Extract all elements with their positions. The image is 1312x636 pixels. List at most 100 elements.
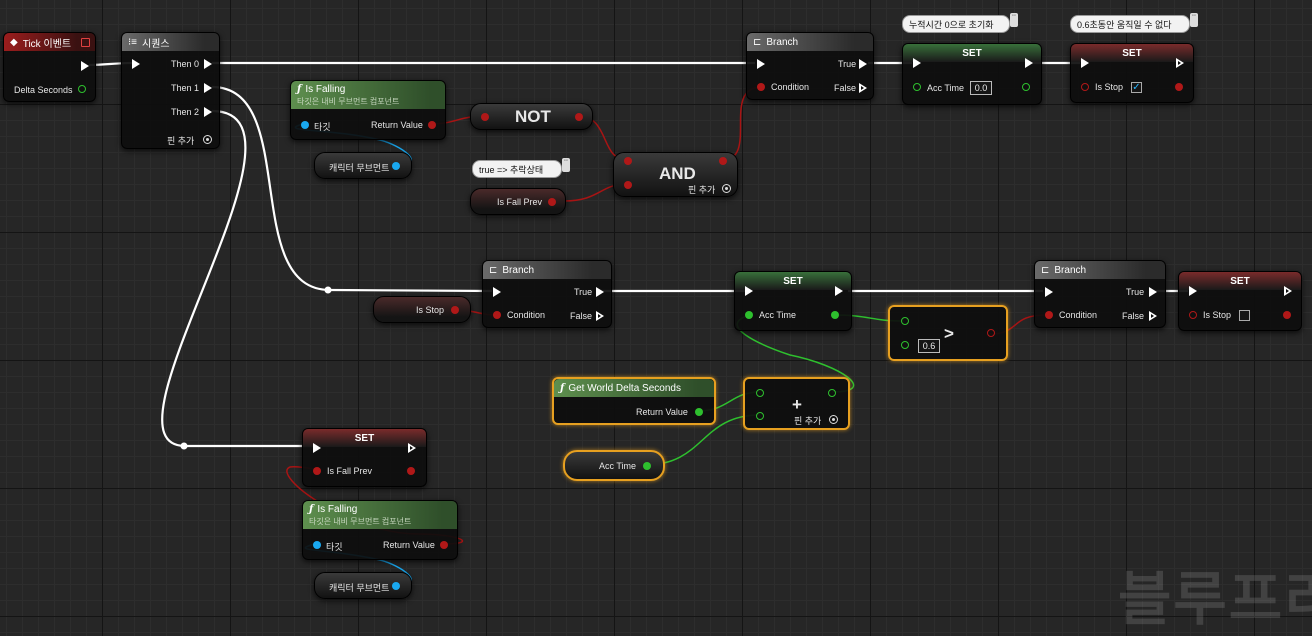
getter-out-pin[interactable] [392, 582, 400, 590]
exec-in-pin[interactable] [1189, 286, 1197, 296]
greater-out-pin[interactable] [987, 329, 995, 337]
set-acc-time-mid-node[interactable]: SET Acc Time [734, 271, 852, 331]
character-movement-getter-bottom[interactable]: 캐릭터 무브먼트 [314, 572, 412, 599]
add-out-pin[interactable] [828, 389, 836, 397]
acc-time-getter[interactable]: Acc Time [563, 450, 665, 481]
branch-node-right[interactable]: ⊏ Branch True Condition False [1034, 260, 1166, 328]
true-pin[interactable] [596, 287, 604, 297]
branch-icon: ⊏ [1041, 264, 1050, 276]
condition-pin[interactable] [757, 83, 765, 91]
exec-out-pin[interactable] [408, 443, 416, 453]
greater-in-b-pin[interactable] [901, 341, 909, 349]
acc-time-out-pin[interactable] [831, 311, 839, 319]
set-is-fall-prev-node[interactable]: SET Is Fall Prev [302, 428, 427, 487]
acc-time-out-pin[interactable] [1022, 83, 1030, 91]
is-falling-node-top[interactable]: ƒ Is Falling 타깃은 내비 무브먼트 컴포넌트 타깃 Return Va… [290, 80, 446, 140]
getter-out-pin[interactable] [392, 162, 400, 170]
condition-pin[interactable] [1045, 311, 1053, 319]
comment-stop[interactable]: 0.6초동안 움직일 수 없다 ◦◦ [1070, 13, 1198, 33]
exec-in-pin[interactable] [132, 59, 140, 69]
getter-out-pin[interactable] [451, 306, 459, 314]
exec-out-pin[interactable] [835, 286, 843, 296]
is-fall-prev-out-pin[interactable] [407, 467, 415, 475]
is-falling-node-bottom[interactable]: ƒ Is Falling 타깃은 내비 무브먼트 컴포넌트 타깃 Return Va… [302, 500, 458, 560]
is-stop-in-pin[interactable] [1081, 83, 1089, 91]
getter-out-pin[interactable] [548, 198, 556, 206]
is-stop-checkbox[interactable]: ✓ [1131, 82, 1142, 93]
exec-in-pin[interactable] [913, 58, 921, 68]
add-pin-icon[interactable] [722, 184, 731, 193]
add-pin-label[interactable]: 핀 추가 [688, 183, 715, 196]
exec-out-pin[interactable] [1284, 286, 1292, 296]
then-2-pin[interactable] [204, 107, 212, 117]
is-stop-checkbox[interactable] [1239, 310, 1250, 321]
is-stop-out-pin[interactable] [1283, 311, 1291, 319]
sequence-icon: ⁝≡ [128, 36, 138, 48]
target-pin[interactable] [313, 541, 321, 549]
and-in-b-pin[interactable] [624, 181, 632, 189]
comment-fall-state[interactable]: true => 추락상태 ◦◦ [472, 158, 570, 178]
is-stop-getter[interactable]: Is Stop [373, 296, 471, 323]
add-pin-icon[interactable] [203, 135, 212, 144]
add-pin-label[interactable]: 핀 추가 [794, 414, 821, 427]
greater-in-a-pin[interactable] [901, 317, 909, 325]
add-in-a-pin[interactable] [756, 389, 764, 397]
exec-in-pin[interactable] [1045, 287, 1053, 297]
and-out-pin[interactable] [719, 157, 727, 165]
not-out-pin[interactable] [575, 113, 583, 121]
true-pin[interactable] [1149, 287, 1157, 297]
and-node[interactable]: AND 핀 추가 [613, 152, 738, 197]
character-movement-getter-top[interactable]: 캐릭터 무브먼트 [314, 152, 412, 179]
comment-pin-icon[interactable]: ◦◦ [1190, 13, 1198, 27]
then-1-pin[interactable] [204, 83, 212, 93]
exec-in-pin[interactable] [757, 59, 765, 69]
greater-value-input[interactable]: 0.6 [918, 339, 940, 353]
target-pin[interactable] [301, 121, 309, 129]
comment-pin-icon[interactable]: ◦◦ [1010, 13, 1018, 27]
add-node[interactable]: + 핀 추가 [743, 377, 850, 430]
condition-pin[interactable] [493, 311, 501, 319]
set-acc-time-reset-node[interactable]: SET Acc Time 0.0 [902, 43, 1042, 105]
false-pin[interactable] [859, 83, 867, 93]
return-value-pin[interactable] [695, 408, 703, 416]
branch-node-top[interactable]: ⊏ Branch True Condition False [746, 32, 874, 100]
is-fall-prev-getter[interactable]: Is Fall Prev [470, 188, 566, 215]
return-value-pin[interactable] [440, 541, 448, 549]
exec-in-pin[interactable] [1081, 58, 1089, 68]
add-pin-label[interactable]: 핀 추가 [167, 134, 194, 147]
branch-node-mid[interactable]: ⊏ Branch True Condition False [482, 260, 612, 328]
delta-seconds-pin[interactable] [78, 85, 86, 93]
comment-reset[interactable]: 누적시간 0으로 초기화 ◦◦ [902, 13, 1018, 33]
true-pin[interactable] [859, 59, 867, 69]
add-pin-icon[interactable] [829, 415, 838, 424]
false-pin[interactable] [1149, 311, 1157, 321]
not-in-pin[interactable] [481, 113, 489, 121]
get-world-delta-seconds-node[interactable]: ƒ Get World Delta Seconds Return Value [552, 377, 716, 425]
is-stop-in-pin[interactable] [1189, 311, 1197, 319]
exec-out-pin[interactable] [1025, 58, 1033, 68]
true-label: True [838, 59, 857, 69]
getter-out-pin[interactable] [643, 462, 651, 470]
and-in-a-pin[interactable] [624, 157, 632, 165]
is-fall-prev-in-pin[interactable] [313, 467, 321, 475]
then-0-pin[interactable] [204, 59, 212, 69]
comment-pin-icon[interactable]: ◦◦ [562, 158, 570, 172]
tick-event-node[interactable]: ◆ Tick 이벤트 Delta Seconds [3, 32, 96, 102]
acc-time-in-pin[interactable] [913, 83, 921, 91]
exec-out-pin[interactable] [81, 61, 89, 71]
acc-time-in-pin[interactable] [745, 311, 753, 319]
return-value-pin[interactable] [428, 121, 436, 129]
set-is-stop-top-node[interactable]: SET Is Stop ✓ [1070, 43, 1194, 103]
exec-out-pin[interactable] [1176, 58, 1184, 68]
not-node[interactable]: NOT [470, 103, 593, 130]
set-is-stop-right-node[interactable]: SET Is Stop [1178, 271, 1302, 331]
add-in-b-pin[interactable] [756, 412, 764, 420]
exec-in-pin[interactable] [745, 286, 753, 296]
acc-time-value-input[interactable]: 0.0 [970, 81, 992, 95]
false-pin[interactable] [596, 311, 604, 321]
is-stop-out-pin[interactable] [1175, 83, 1183, 91]
greater-than-node[interactable]: 0.6 > [888, 305, 1008, 361]
exec-in-pin[interactable] [493, 287, 501, 297]
exec-in-pin[interactable] [313, 443, 321, 453]
sequence-node[interactable]: ⁝≡ 시퀀스 Then 0 Then 1 Then 2 핀 추가 [121, 32, 220, 149]
